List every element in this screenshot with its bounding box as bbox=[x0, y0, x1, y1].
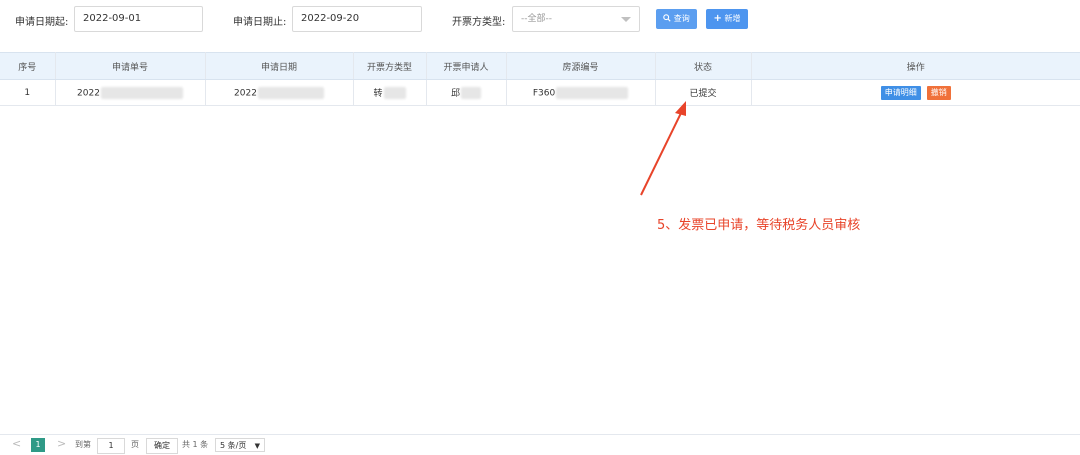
prev-page-button[interactable]: < bbox=[12, 437, 21, 450]
annotation-text: 5、发票已申请，等待税务人员审核 bbox=[657, 218, 861, 233]
chevron-down-icon: ▼ bbox=[254, 442, 260, 450]
next-page-button[interactable]: > bbox=[57, 437, 66, 450]
pagination: < 1 > 到第 1 页 确定 共 1 条 5 条/页 ▼ bbox=[0, 434, 1080, 455]
confirm-button[interactable]: 确定 bbox=[146, 438, 178, 454]
page-size-value: 5 条/页 bbox=[220, 441, 247, 450]
goto-page-input[interactable]: 1 bbox=[97, 438, 125, 454]
page-size-select[interactable]: 5 条/页 ▼ bbox=[215, 438, 265, 452]
goto-label: 到第 bbox=[75, 440, 91, 449]
page-suffix: 页 bbox=[131, 440, 139, 449]
current-page[interactable]: 1 bbox=[31, 438, 45, 452]
total-count: 共 1 条 bbox=[182, 440, 209, 449]
annotation-arrow bbox=[640, 101, 686, 196]
